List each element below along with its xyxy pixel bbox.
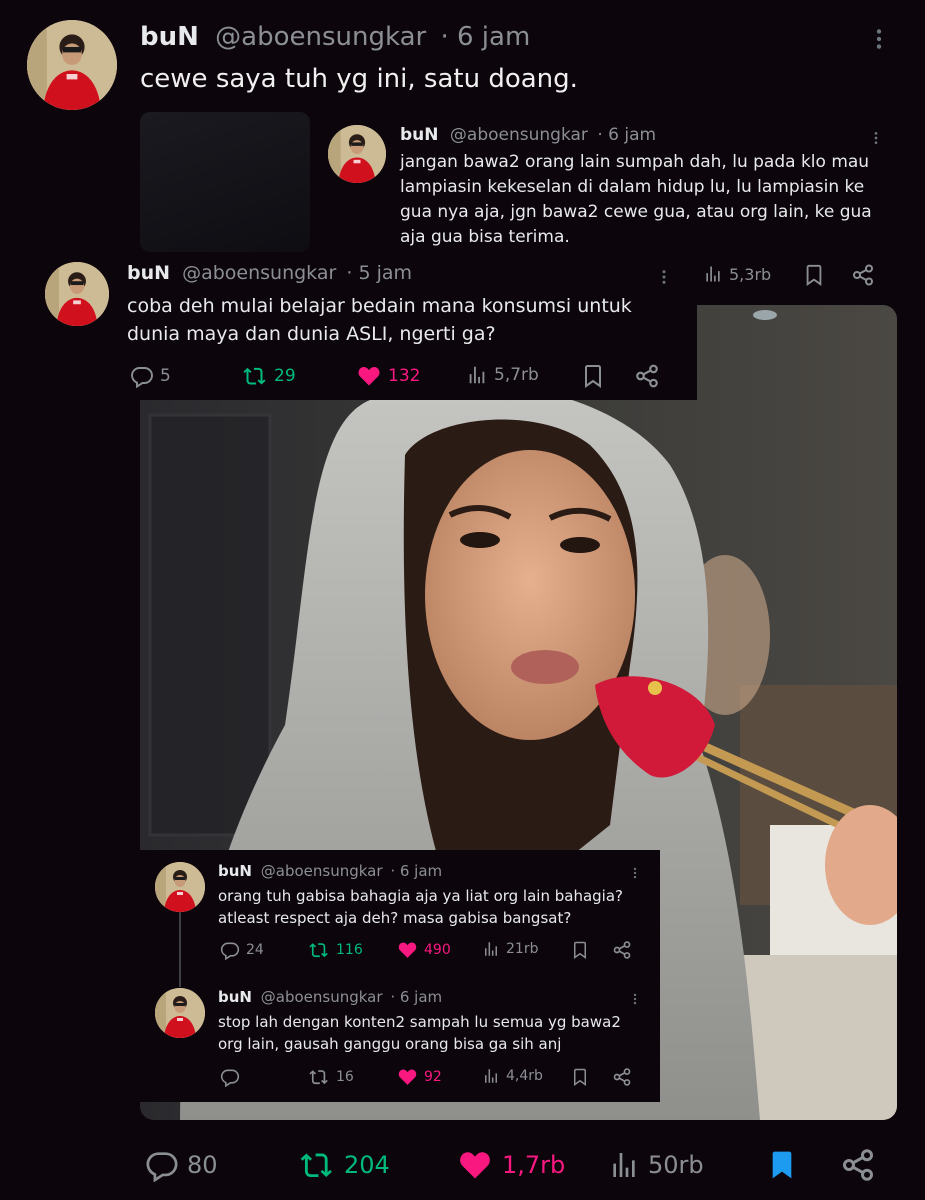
- quote-top-backdrop: [140, 112, 310, 252]
- reply-icon: [220, 1067, 240, 1087]
- reply-icon: [145, 1148, 179, 1182]
- quote-bottom-1-handle[interactable]: @aboensungkar: [261, 862, 383, 880]
- quote-bottom-2-views[interactable]: 4,4rb: [482, 1067, 543, 1085]
- views-icon: [482, 940, 500, 958]
- quote-top-avatar[interactable]: [328, 125, 386, 183]
- quote-bottom-2-like-count: 92: [424, 1069, 442, 1085]
- main-like-count: 1,7rb: [502, 1151, 566, 1179]
- quote-top-text: jangan bawa2 orang lain sumpah dah, lu p…: [400, 152, 872, 247]
- quote-mid-handle[interactable]: @aboensungkar: [182, 262, 336, 284]
- main-author-name[interactable]: buN: [140, 22, 199, 52]
- main-views[interactable]: 50rb: [608, 1148, 704, 1182]
- quote-mid-retweet[interactable]: 29: [242, 364, 296, 388]
- quote-bottom-1-header: buN @aboensungkar · 6 jam: [218, 862, 442, 880]
- reply-icon: [130, 364, 154, 388]
- quote-bottom-1-reply-count: 24: [246, 942, 264, 958]
- more-icon[interactable]: [868, 128, 884, 148]
- quote-bottom-2-reply[interactable]: [220, 1067, 246, 1087]
- main-tweet-header: buN @aboensungkar · 6 jam: [140, 22, 530, 52]
- bookmark-icon[interactable]: [571, 941, 589, 959]
- quote-mid-name[interactable]: buN: [127, 262, 170, 284]
- retweet-icon: [298, 1148, 336, 1182]
- quote-bottom-1-avatar[interactable]: [155, 862, 205, 912]
- main-avatar[interactable]: [27, 20, 117, 110]
- quote-bottom-1-name[interactable]: buN: [218, 862, 252, 880]
- quote-bottom-1-like[interactable]: 490: [397, 940, 451, 960]
- main-views-count: 50rb: [648, 1151, 704, 1179]
- main-reply[interactable]: 80: [145, 1148, 218, 1182]
- views-icon: [703, 264, 723, 284]
- quote-mid-avatar[interactable]: [45, 262, 109, 326]
- quote-bottom-2-text: stop lah dengan konten2 sampah lu semua …: [218, 1013, 621, 1053]
- share-icon[interactable]: [634, 363, 660, 389]
- bookmark-icon[interactable]: [803, 264, 825, 286]
- more-icon[interactable]: [866, 24, 892, 54]
- quote-top-views-count: 5,3rb: [729, 264, 772, 284]
- quote-bottom-1-reply[interactable]: 24: [220, 940, 264, 960]
- quote-bottom-1-text: orang tuh gabisa bahagia aja ya liat org…: [218, 887, 623, 927]
- quote-mid-time[interactable]: · 5 jam: [346, 262, 412, 284]
- quote-mid-views[interactable]: 5,7rb: [466, 364, 539, 386]
- quote-bottom-1-like-count: 490: [424, 942, 451, 958]
- like-icon: [397, 940, 418, 960]
- quote-bottom-1-retweet-count: 116: [336, 942, 363, 958]
- quote-bottom-2-retweet[interactable]: 16: [308, 1067, 354, 1087]
- reply-icon: [220, 940, 240, 960]
- like-icon: [356, 364, 382, 388]
- quote-bottom-2-like[interactable]: 92: [397, 1067, 442, 1087]
- quote-bottom-2-header: buN @aboensungkar · 6 jam: [218, 988, 442, 1006]
- like-icon: [397, 1067, 418, 1087]
- quote-bottom-1-time[interactable]: · 6 jam: [390, 862, 442, 880]
- main-retweet-count: 204: [344, 1151, 390, 1179]
- bookmark-icon[interactable]: [766, 1148, 798, 1182]
- quote-bottom-2-retweet-count: 16: [336, 1069, 354, 1085]
- main-like[interactable]: 1,7rb: [456, 1148, 565, 1182]
- quote-bottom-2-name[interactable]: buN: [218, 988, 252, 1006]
- views-icon: [482, 1067, 500, 1085]
- retweet-icon: [308, 940, 330, 960]
- quote-mid-header: buN @aboensungkar · 5 jam: [127, 262, 412, 284]
- quote-mid-like-count: 132: [388, 366, 421, 386]
- retweet-icon: [242, 364, 268, 388]
- quote-mid-reply[interactable]: 5: [130, 364, 171, 388]
- quote-mid-text: coba deh mulai belajar bedain mana konsu…: [127, 295, 632, 345]
- quote-top-header: buN @aboensungkar · 6 jam: [400, 125, 656, 145]
- main-author-handle[interactable]: @aboensungkar: [215, 22, 426, 52]
- bookmark-icon[interactable]: [571, 1068, 589, 1086]
- quote-top-views[interactable]: 5,3rb: [703, 264, 771, 284]
- quote-mid-reply-count: 5: [160, 366, 171, 386]
- quote-bottom-1-retweet[interactable]: 116: [308, 940, 363, 960]
- views-icon: [608, 1148, 640, 1182]
- quote-mid-retweet-count: 29: [274, 366, 296, 386]
- quote-bottom-2-time[interactable]: · 6 jam: [390, 988, 442, 1006]
- quote-mid-like[interactable]: 132: [356, 364, 420, 388]
- main-tweet-text: cewe saya tuh yg ini, satu doang.: [140, 64, 578, 94]
- thread-line: [179, 912, 181, 987]
- quote-bottom-1-views[interactable]: 21rb: [482, 940, 538, 958]
- main-tweet-time[interactable]: · 6 jam: [440, 22, 530, 52]
- share-icon[interactable]: [840, 1147, 876, 1183]
- quote-bottom-2-avatar[interactable]: [155, 988, 205, 1038]
- quote-mid-views-count: 5,7rb: [494, 365, 539, 385]
- quote-top-time[interactable]: · 6 jam: [597, 125, 656, 145]
- like-icon: [456, 1148, 494, 1182]
- more-icon[interactable]: [628, 990, 642, 1008]
- bookmark-icon[interactable]: [581, 364, 605, 388]
- main-retweet[interactable]: 204: [298, 1148, 390, 1182]
- share-icon[interactable]: [612, 1067, 632, 1087]
- quote-bottom-2-views-count: 4,4rb: [506, 1068, 543, 1084]
- share-icon[interactable]: [612, 940, 632, 960]
- quote-top-handle[interactable]: @aboensungkar: [450, 125, 588, 145]
- retweet-icon: [308, 1067, 330, 1087]
- views-icon: [466, 364, 488, 386]
- share-icon[interactable]: [851, 263, 875, 287]
- quote-bottom-2-handle[interactable]: @aboensungkar: [261, 988, 383, 1006]
- quote-top-name[interactable]: buN: [400, 125, 439, 145]
- more-icon[interactable]: [655, 266, 673, 288]
- main-reply-count: 80: [187, 1151, 218, 1179]
- quote-bottom-1-views-count: 21rb: [506, 941, 539, 957]
- more-icon[interactable]: [628, 864, 642, 882]
